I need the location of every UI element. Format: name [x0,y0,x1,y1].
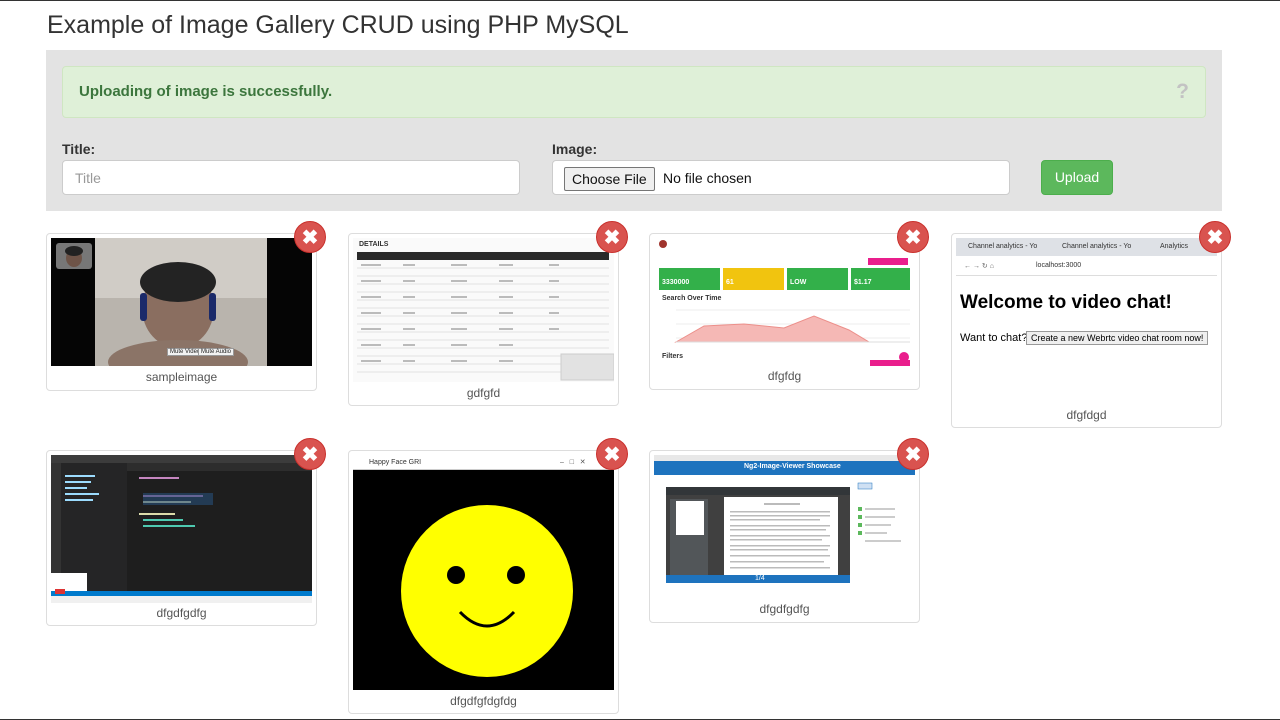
choose-file-button[interactable]: Choose File [564,167,655,191]
delete-button[interactable]: ✖ [596,438,628,470]
webcam-thumbnail [51,238,312,366]
page-title: Example of Image Gallery CRUD using PHP … [47,11,629,39]
delete-button[interactable]: ✖ [294,438,326,470]
smiley-face-icon [353,470,614,690]
chart-section-title: Search Over Time [662,295,722,302]
gallery-card[interactable]: Channel analytics - Yo Channel analytics… [951,233,1222,428]
file-status-text: No file chosen [663,170,752,186]
title-label: Title: [62,141,96,157]
browser-nav-icon: ← → ↻ ⌂ [964,263,994,270]
browser-url: localhost:3000 [1036,262,1082,269]
upload-panel: Uploading of image is successfully. ? Ti… [46,50,1222,211]
gallery-card[interactable]: DETAILS gdfgfd [348,233,619,406]
thumbnail-image[interactable]: Channel analytics - Yo Channel analytics… [956,238,1217,403]
stat-card-value: LOW [790,279,807,286]
stat-card-value: $1.17 [854,279,872,286]
pdf-page-indicator: 1/4 [755,575,765,582]
image-caption: dfgfdgd [1066,408,1107,422]
code-editor-thumbnail [51,455,312,603]
image-caption: dfgdfgdfg [759,602,810,616]
delete-button[interactable]: ✖ [897,438,929,470]
success-alert: Uploading of image is successfully. ? [62,66,1206,118]
thumbnail-image[interactable]: Mute Video Mute Audio [51,238,312,366]
thumbnail-image[interactable]: Ng2-Image-Viewer Showcase 1/4 [654,455,915,595]
browser-toolbar [956,256,1217,276]
data-table-thumbnail [357,252,614,381]
thumbnail-image[interactable]: DETAILS [353,238,614,382]
upload-button[interactable]: Upload [1041,160,1113,195]
delete-button[interactable]: ✖ [596,221,628,253]
alert-close-button[interactable]: ? [1176,80,1189,104]
delete-button[interactable]: ✖ [294,221,326,253]
gallery-card[interactable]: 3330000 61 LOW $1.17 Search Over Time Fi… [649,233,920,390]
window-controls-icon: – □ ✕ [560,459,586,466]
stat-card-value: 3330000 [662,279,690,286]
thumbnail-image[interactable]: 3330000 61 LOW $1.17 Search Over Time Fi… [654,238,915,366]
mute-audio-button: Mute Audio [198,348,235,356]
chat-prompt: Want to chat? [960,332,1028,344]
gallery-card[interactable]: Mute Video Mute Audio sampleimage [46,233,317,391]
image-caption: dfgfdg [767,369,802,383]
dashboard-thumbnail [659,240,910,366]
stat-card-value: 61 [726,279,734,286]
alert-message: Uploading of image is successfully. [79,83,333,100]
thumbnail-image[interactable] [51,455,312,603]
image-caption: sampleimage [145,370,218,384]
delete-button[interactable]: ✖ [897,221,929,253]
thumbnail-image[interactable]: Happy Face GRI – □ ✕ [353,455,614,690]
title-input[interactable] [62,160,520,195]
create-room-button: Create a new Webrtc video chat room now! [1026,331,1209,345]
image-caption: dfgdfgfdgfdg [450,694,517,708]
image-label: Image: [552,141,598,157]
gallery-card[interactable]: Happy Face GRI – □ ✕ dfgdfgfdgfdg [348,450,619,714]
image-caption: dfgdfgdfg [156,606,207,620]
window-title: Happy Face GRI [369,459,422,466]
image-caption: gdfgfd [466,386,501,400]
browser-tab: Channel analytics - Yo [1062,243,1132,250]
welcome-heading: Welcome to video chat! [960,292,1172,313]
browser-tab: Channel analytics - Yo [968,243,1038,250]
image-file-input[interactable]: Choose File No file chosen [552,160,1010,195]
browser-tab: Analytics [1160,243,1189,250]
gallery-card[interactable]: dfgdfgdfg [46,450,317,626]
gallery-card[interactable]: Ng2-Image-Viewer Showcase 1/4 dfgdfgdfg [649,450,920,623]
delete-button[interactable]: ✖ [1199,221,1231,253]
filters-label: Filters [662,353,684,360]
pdf-viewer-thumbnail [666,482,901,583]
